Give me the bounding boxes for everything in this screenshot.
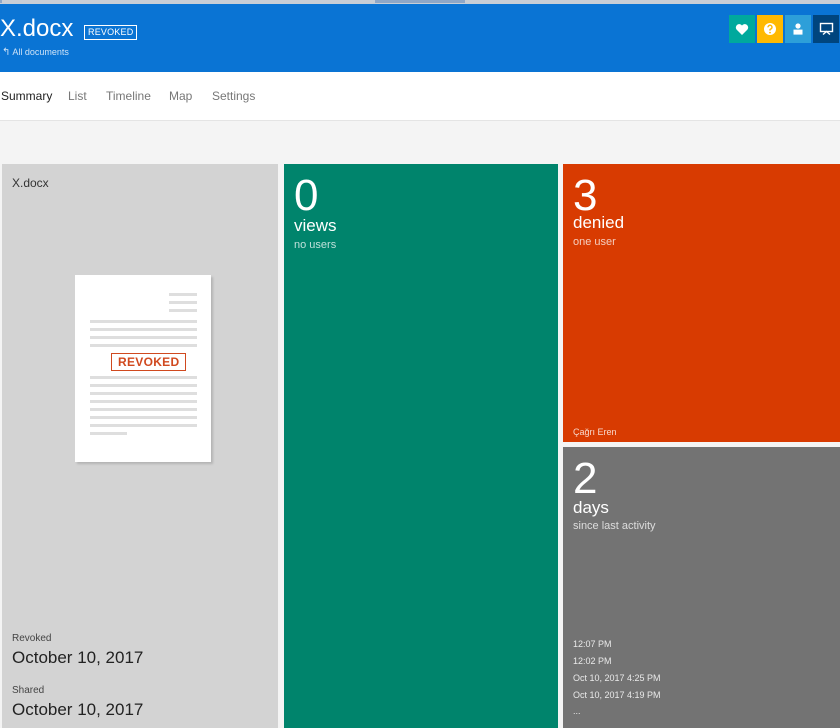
tab-bar: Summary List Timeline Map Settings — [0, 72, 840, 121]
summary-content: X.docx REVOKED Revoked October 10, 2017 … — [0, 121, 840, 728]
views-unit: views — [294, 216, 337, 235]
preview-line — [90, 384, 197, 387]
preview-line — [90, 416, 197, 419]
page-title: X.docx — [0, 15, 74, 42]
preview-line — [169, 301, 197, 304]
denied-user: Çağrı Eren — [573, 427, 617, 437]
activity-item: Oct 10, 2017 4:25 PM — [573, 673, 661, 683]
days-tile[interactable]: 2 days since last activity 12:07 PM 12:0… — [563, 447, 840, 728]
tab-map[interactable]: Map — [169, 89, 192, 103]
days-count: 2 — [573, 454, 598, 503]
preview-line — [90, 376, 197, 379]
days-unit: days — [573, 498, 609, 517]
document-tile[interactable]: X.docx REVOKED Revoked October 10, 2017 … — [2, 164, 278, 728]
preview-line — [90, 344, 197, 347]
days-subtitle: since last activity — [573, 520, 656, 532]
preview-line — [90, 336, 197, 339]
preview-line — [169, 309, 197, 312]
revoked-label: Revoked — [12, 633, 52, 644]
status-badge: REVOKED — [84, 25, 138, 40]
preview-line — [90, 424, 197, 427]
preview-line — [90, 432, 127, 435]
user-button[interactable] — [785, 15, 811, 43]
views-count: 0 — [294, 171, 319, 220]
activity-item: 12:02 PM — [573, 656, 612, 666]
back-arrow-icon: ↰ — [2, 47, 11, 58]
shared-date: October 10, 2017 — [12, 700, 144, 719]
activity-item: ... — [573, 706, 581, 716]
denied-subtitle: one user — [573, 236, 616, 248]
activity-item: Oct 10, 2017 4:19 PM — [573, 690, 661, 700]
help-button[interactable] — [757, 15, 783, 43]
strip-segment — [375, 0, 465, 3]
tab-timeline[interactable]: Timeline — [106, 89, 151, 103]
back-link-label: All documents — [12, 47, 69, 57]
header-bar: X.docx REVOKED ↰ All documents — [0, 4, 840, 72]
present-icon — [819, 22, 833, 36]
tab-summary[interactable]: Summary — [1, 89, 52, 103]
views-subtitle: no users — [294, 239, 337, 251]
revoked-stamp: REVOKED — [111, 353, 187, 371]
heart-icon — [735, 23, 749, 35]
shared-label: Shared — [12, 685, 45, 696]
strip-segment — [0, 0, 2, 3]
user-icon — [793, 23, 803, 35]
document-preview: REVOKED — [75, 275, 211, 462]
document-name: X.docx — [12, 176, 49, 190]
back-link[interactable]: ↰ All documents — [2, 47, 69, 58]
activity-item: 12:07 PM — [573, 639, 612, 649]
tab-list[interactable]: List — [68, 89, 87, 103]
preview-line — [90, 400, 197, 403]
denied-count: 3 — [573, 171, 598, 220]
help-icon — [764, 23, 776, 35]
tab-settings[interactable]: Settings — [212, 89, 255, 103]
denied-unit: denied — [573, 213, 625, 232]
preview-line — [90, 408, 197, 411]
heart-button[interactable] — [729, 15, 755, 43]
preview-line — [90, 328, 197, 331]
revoked-date: October 10, 2017 — [12, 648, 144, 667]
preview-line — [169, 293, 197, 296]
preview-line — [90, 320, 197, 323]
views-tile[interactable]: 0 views no users — [284, 164, 558, 728]
preview-line — [90, 392, 197, 395]
denied-tile[interactable]: 3 denied one user Çağrı Eren — [563, 164, 840, 442]
present-button[interactable] — [813, 15, 839, 43]
